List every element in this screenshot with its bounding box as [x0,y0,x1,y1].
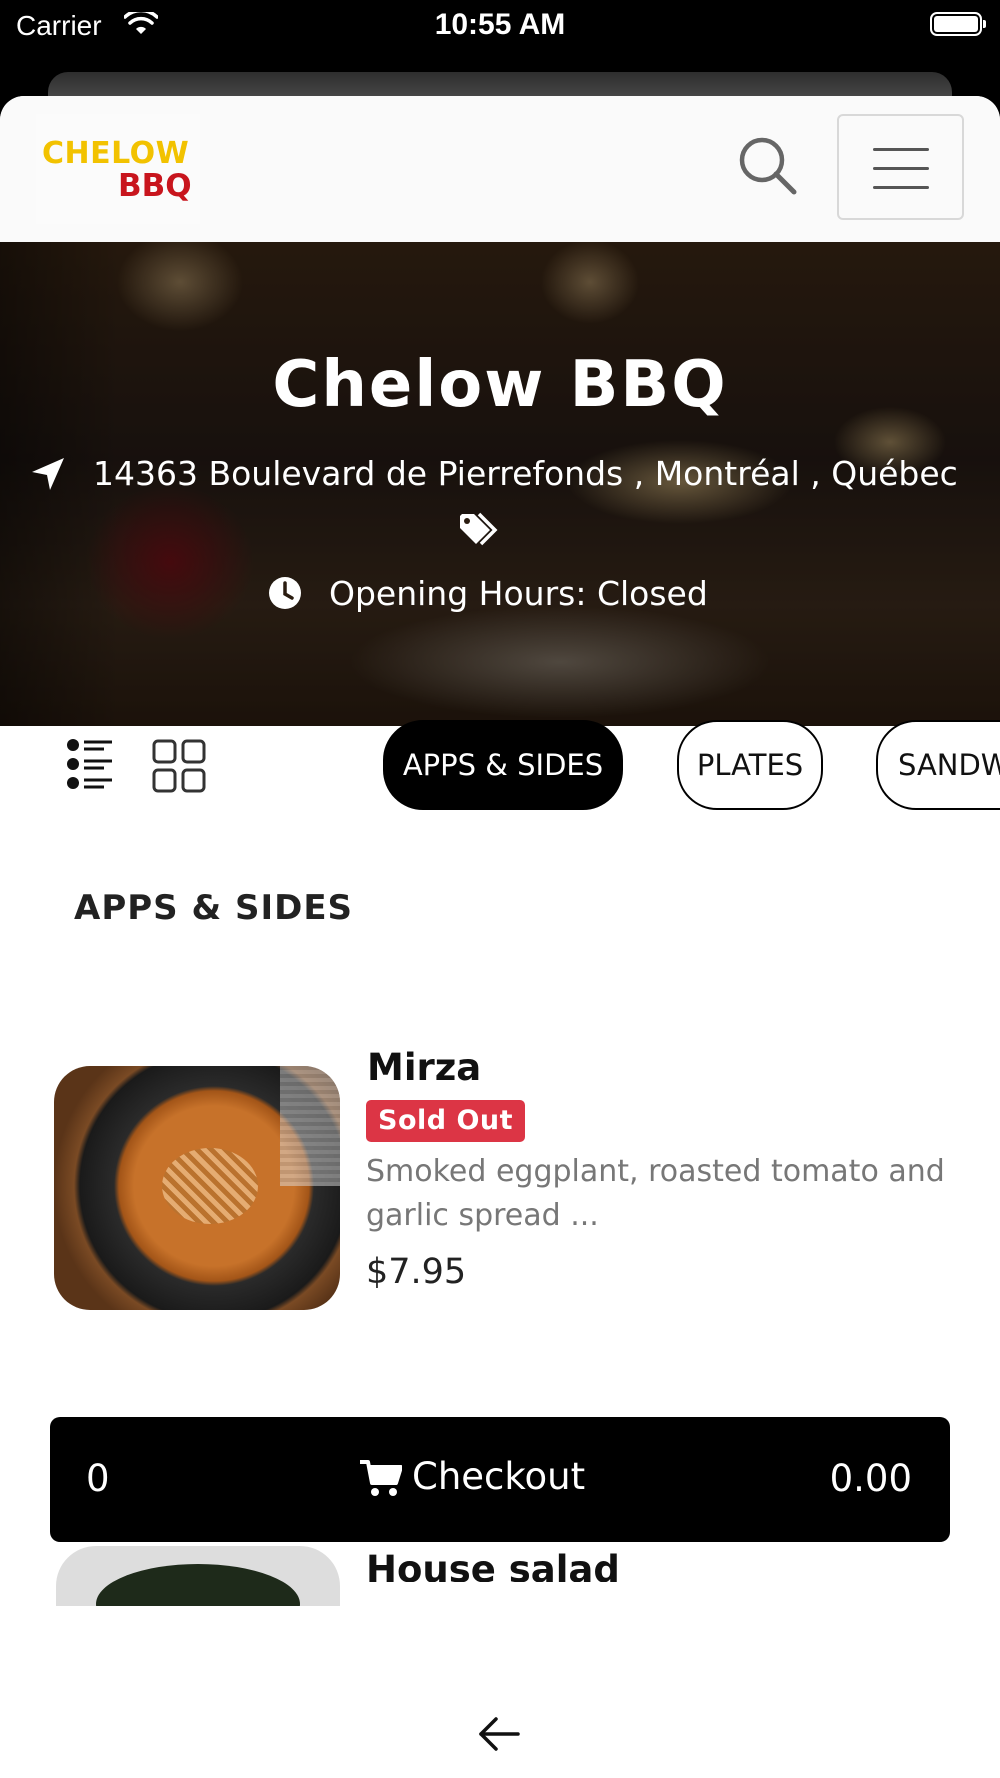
menu-item-image[interactable] [54,1066,340,1310]
search-icon[interactable] [736,134,800,198]
sold-out-badge: Sold Out [366,1100,526,1142]
location-arrow-icon [32,458,64,490]
restaurant-page: CHELOW BBQ Chelow BBQ 14363 Boulevard de… [0,96,1000,1778]
menu-item-name[interactable]: Mirza [367,1046,481,1089]
menu-item-price: $7.95 [366,1252,467,1292]
list-view-icon[interactable] [66,738,116,790]
shopping-cart-icon [360,1460,402,1496]
clock-icon [269,577,301,609]
opening-hours: Opening Hours: Closed [329,574,708,613]
category-chip-sandwiches[interactable]: SANDW [876,720,1000,810]
restaurant-logo[interactable]: CHELOW BBQ [36,114,200,224]
address-row: 14363 Boulevard de Pierrefonds , Montréa… [30,452,980,500]
battery-icon [930,12,986,36]
cart-total: 0.00 [829,1457,912,1500]
menu-bar-icon [873,148,929,151]
back-arrow-icon[interactable] [478,1716,520,1752]
bottom-navigation-bar [0,1674,1000,1778]
cart-item-count: 0 [86,1457,110,1500]
restaurant-name: Chelow BBQ [272,348,728,422]
tags-icon [460,512,498,546]
hamburger-menu-button[interactable] [837,114,964,220]
menu-item-name[interactable]: House salad [366,1546,620,1582]
section-title: APPS & SIDES [74,888,354,928]
menu-bar-icon [873,167,929,170]
category-chip-plates[interactable]: PLATES [677,720,823,810]
menu-item-image[interactable] [56,1546,340,1606]
menu-item-description: Smoked eggplant, roasted tomato and garl… [366,1154,945,1233]
clock-time: 10:55 AM [434,8,566,41]
checkout-button[interactable]: 0 Checkout 0.00 [50,1417,950,1542]
logo-text-top: CHELOW [42,136,190,171]
checkout-label: Checkout [412,1455,586,1498]
restaurant-address: 14363 Boulevard de Pierrefonds , Montréa… [93,454,958,493]
category-chip-apps-sides[interactable]: APPS & SIDES [383,720,623,810]
menu-bar-icon [873,186,929,189]
top-header: CHELOW BBQ [0,96,1000,242]
grid-view-icon[interactable] [152,739,206,793]
restaurant-hero-banner: Chelow BBQ 14363 Boulevard de Pierrefond… [0,242,1000,726]
logo-text-bottom: BBQ [118,168,192,204]
status-bar: Carrier 10:55 AM [0,0,1000,50]
